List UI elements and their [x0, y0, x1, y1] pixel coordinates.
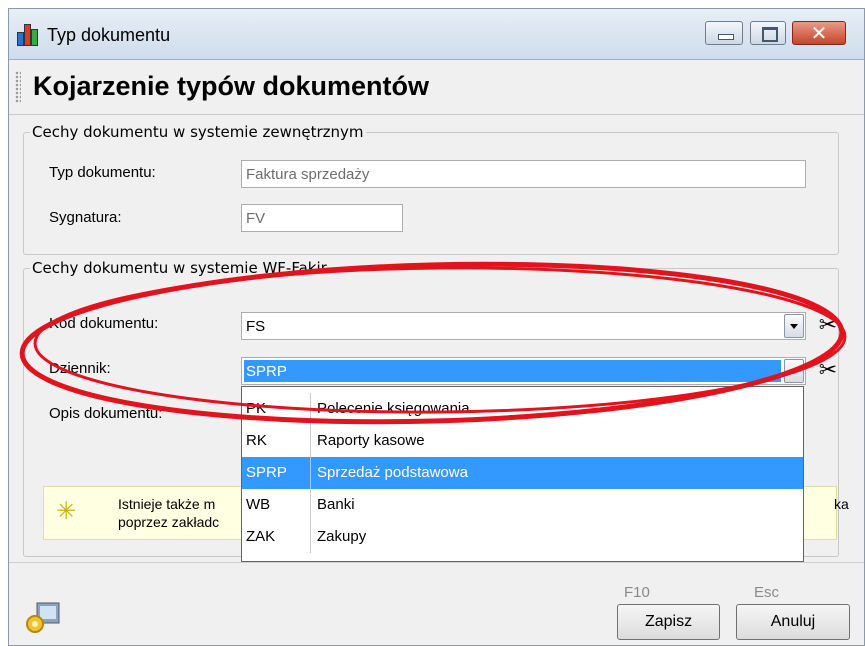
journal-dropdown-list[interactable]: PK Polecenie księgowania RK Raporty kasowe…: [241, 386, 804, 562]
option-code: PK: [246, 400, 267, 417]
option-name: Zakupy: [317, 528, 367, 545]
title-bar[interactable]: Typ dokumentu ✕: [9, 9, 864, 60]
cancel-button[interactable]: Anuluj: [736, 604, 850, 640]
option-code: WB: [246, 496, 271, 513]
save-shortcut: F10: [624, 584, 650, 601]
journal-value: SPRP: [244, 360, 781, 382]
chevron-down-icon[interactable]: [784, 314, 804, 338]
close-button[interactable]: ✕: [792, 21, 846, 45]
chevron-down-icon[interactable]: [784, 359, 804, 383]
hint-line-2: poprzez zakładc: [118, 514, 220, 530]
cancel-shortcut: Esc: [754, 584, 780, 601]
option-name: Sprzedaż podstawowa: [317, 464, 468, 481]
code-label: Kod dokumentu:: [49, 315, 159, 332]
maximize-button[interactable]: [750, 21, 786, 45]
list-item[interactable]: WB Banki: [242, 489, 803, 521]
scissors-icon[interactable]: ✂: [817, 357, 839, 385]
hint-line-1: Istnieje także m: [118, 496, 216, 512]
list-item[interactable]: PK Polecenie księgowania: [242, 393, 803, 425]
option-code: SPRP: [246, 464, 287, 481]
option-name: Raporty kasowe: [317, 432, 425, 449]
option-code: ZAK: [246, 528, 276, 545]
minimize-button[interactable]: [705, 21, 743, 45]
page-header: Kojarzenie typów dokumentów: [9, 61, 864, 115]
signature-label: Sygnatura:: [49, 209, 122, 226]
wfmag-group-legend: Cechy dokumentu w systemie WF-Fakir: [32, 259, 327, 277]
journal-label: Dziennik:: [49, 360, 111, 377]
option-name: Banki: [317, 496, 355, 513]
save-button[interactable]: Zapisz: [617, 604, 720, 640]
chart-bars-icon: [15, 22, 41, 46]
list-item[interactable]: RK Raporty kasowe: [242, 425, 803, 457]
window-title: Typ dokumentu: [47, 25, 171, 45]
doc-type-label: Typ dokumentu:: [49, 164, 156, 181]
dialog-window: Typ dokumentu ✕ Kojarzenie typów dokumen…: [8, 8, 865, 646]
code-value: FS: [246, 318, 266, 335]
external-system-group: Cechy dokumentu w systemie zewnętrznym: [23, 123, 839, 255]
option-code: RK: [246, 432, 267, 449]
footer-divider: [9, 562, 864, 563]
hint-tail: ka: [834, 496, 849, 512]
scissors-icon[interactable]: ✂: [817, 312, 839, 340]
signature-field[interactable]: FV: [241, 204, 403, 232]
grip-icon: [15, 71, 21, 103]
option-name: Polecenie księgowania: [317, 400, 470, 417]
code-combobox[interactable]: FS: [241, 312, 806, 340]
journal-combobox[interactable]: SPRP: [241, 357, 806, 385]
close-icon: ✕: [810, 21, 828, 45]
description-label: Opis dokumentu:: [49, 405, 163, 422]
list-item[interactable]: ZAK Zakupy: [242, 521, 803, 553]
doc-type-field[interactable]: Faktura sprzedaży: [241, 160, 806, 188]
external-group-legend: Cechy dokumentu w systemie zewnętrznym: [32, 123, 364, 141]
page-title: Kojarzenie typów dokumentów: [33, 71, 430, 101]
list-item-selected[interactable]: SPRP Sprzedaż podstawowa: [242, 457, 803, 489]
gear-computer-icon[interactable]: [23, 599, 63, 635]
click-cursor-icon: ✳: [56, 497, 77, 525]
